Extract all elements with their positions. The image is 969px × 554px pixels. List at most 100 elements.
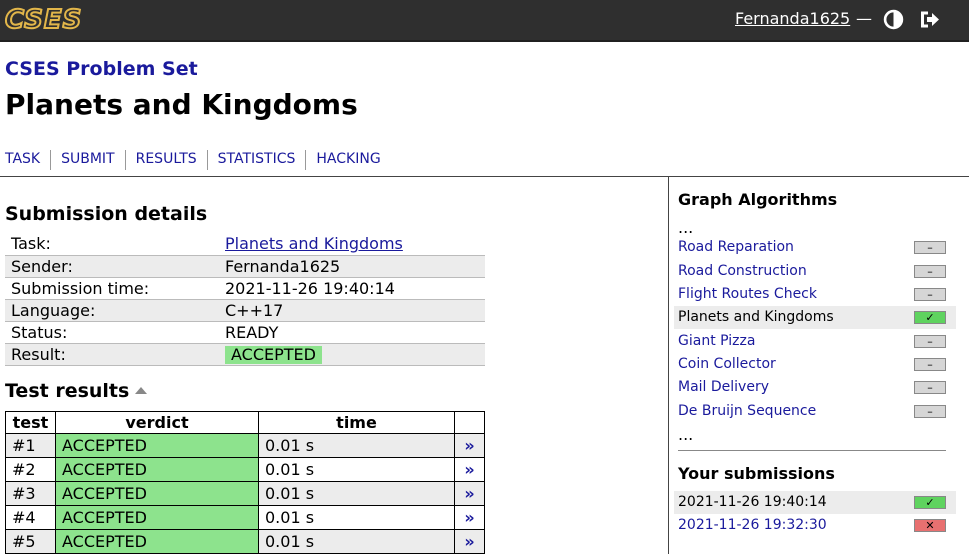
tab-results[interactable]: RESULTS [124, 150, 207, 170]
test-verdict: ACCEPTED [55, 481, 259, 506]
view-test-icon[interactable]: » [454, 481, 485, 506]
sidebar-item-label: Mail Delivery [678, 379, 769, 395]
cses-logo[interactable]: CSES [4, 6, 82, 34]
details-row-result: Result: ACCEPTED [5, 343, 485, 366]
test-number: #4 [5, 505, 56, 530]
test-time: 0.01 s [258, 481, 455, 506]
test-number: #1 [5, 433, 56, 458]
tab-hacking[interactable]: HACKING [305, 150, 390, 170]
column-header-time: time [258, 411, 455, 434]
view-test-icon[interactable]: » [454, 457, 485, 482]
sidebar-ellipsis-top: ... [678, 218, 694, 237]
unsolved-mark-icon: – [914, 288, 946, 301]
sidebar-divider [668, 176, 669, 554]
header-separator: — [856, 9, 872, 28]
unsolved-mark-icon: – [914, 241, 946, 254]
sidebar-item-label: Road Construction [678, 263, 807, 279]
table-row: #2 ACCEPTED 0.01 s » [5, 457, 485, 482]
table-row: #3 ACCEPTED 0.01 s » [5, 481, 485, 506]
sidebar-section-title: Graph Algorithms [678, 190, 838, 209]
dark-mode-toggle-icon[interactable] [883, 9, 904, 30]
details-row-language: Language: C++17 [5, 299, 485, 322]
details-key: Status: [5, 321, 219, 344]
sidebar-item-mail-delivery[interactable]: Mail Delivery – [674, 376, 956, 399]
tab-statistics[interactable]: STATISTICS [206, 150, 306, 170]
unsolved-mark-icon: – [914, 265, 946, 278]
collapse-arrow-icon[interactable] [135, 387, 148, 394]
test-time: 0.01 s [258, 529, 455, 554]
sidebar-item-road-reparation[interactable]: Road Reparation – [674, 236, 956, 259]
sidebar-item-de-bruijn-sequence[interactable]: De Bruijn Sequence – [674, 400, 956, 423]
details-row-status: Status: READY [5, 321, 485, 344]
test-number: #2 [5, 457, 56, 482]
test-verdict: ACCEPTED [55, 529, 259, 554]
test-verdict: ACCEPTED [55, 457, 259, 482]
view-test-icon[interactable]: » [454, 529, 485, 554]
unsolved-mark-icon: – [914, 335, 946, 348]
sidebar-item-label: Road Reparation [678, 239, 794, 255]
sidebar-divider-line [678, 450, 946, 451]
sidebar-item-giant-pizza[interactable]: Giant Pizza – [674, 330, 956, 353]
details-key: Result: [5, 343, 219, 366]
sidebar-item-coin-collector[interactable]: Coin Collector – [674, 353, 956, 376]
test-number: #5 [5, 529, 56, 554]
your-submissions-title: Your submissions [678, 464, 835, 483]
view-test-icon[interactable]: » [454, 433, 485, 458]
tab-task[interactable]: TASK [0, 150, 50, 170]
sidebar-item-label: Coin Collector [678, 356, 776, 372]
unsolved-mark-icon: – [914, 358, 946, 371]
details-key: Task: [5, 233, 219, 256]
sidebar-item-road-construction[interactable]: Road Construction – [674, 260, 956, 283]
column-header-action [454, 411, 485, 434]
problem-set-title[interactable]: CSES Problem Set [5, 58, 198, 80]
details-key: Sender: [5, 255, 219, 278]
table-header: test verdict time [5, 411, 485, 434]
test-results-table: test verdict time #1 ACCEPTED 0.01 s » #… [5, 411, 485, 554]
submission-time: 2021-11-26 19:32:30 [678, 517, 827, 533]
sidebar-item-label: Planets and Kingdoms [678, 309, 834, 325]
unsolved-mark-icon: – [914, 381, 946, 394]
details-row-time: Submission time: 2021-11-26 19:40:14 [5, 277, 485, 300]
details-row-sender: Sender: Fernanda1625 [5, 255, 485, 278]
task-link[interactable]: Planets and Kingdoms [225, 234, 403, 253]
unsolved-mark-icon: – [914, 405, 946, 418]
details-value: 2021-11-26 19:40:14 [219, 277, 485, 300]
test-time: 0.01 s [258, 505, 455, 530]
test-number: #3 [5, 481, 56, 506]
username-link[interactable]: Fernanda1625 [735, 9, 850, 28]
submission-details-table: Task: Planets and Kingdoms Sender: Ferna… [5, 233, 485, 366]
table-row: #1 ACCEPTED 0.01 s » [5, 433, 485, 458]
test-verdict: ACCEPTED [55, 505, 259, 530]
sidebar-item-flight-routes-check[interactable]: Flight Routes Check – [674, 283, 956, 306]
details-key: Language: [5, 299, 219, 322]
test-time: 0.01 s [258, 433, 455, 458]
table-row: #4 ACCEPTED 0.01 s » [5, 505, 485, 530]
submission-details-heading: Submission details [5, 203, 208, 225]
page-title: Planets and Kingdoms [5, 88, 358, 121]
details-value: C++17 [219, 299, 485, 322]
solved-check-icon: ✓ [914, 311, 946, 324]
sidebar-item-label: De Bruijn Sequence [678, 403, 817, 419]
view-test-icon[interactable]: » [454, 505, 485, 530]
result-badge: ACCEPTED [225, 345, 322, 364]
test-results-label: Test results [5, 380, 130, 402]
submission-item-current[interactable]: 2021-11-26 19:40:14 ✓ [674, 491, 956, 514]
tab-submit[interactable]: SUBMIT [50, 150, 125, 170]
table-row: #5 ACCEPTED 0.01 s » [5, 529, 485, 554]
task-nav: TASK SUBMIT RESULTS STATISTICS HACKING [0, 150, 391, 170]
test-time: 0.01 s [258, 457, 455, 482]
details-key: Submission time: [5, 277, 219, 300]
details-value: READY [219, 321, 485, 344]
details-row-task: Task: Planets and Kingdoms [5, 233, 485, 256]
sidebar-item-planets-and-kingdoms[interactable]: Planets and Kingdoms ✓ [674, 306, 956, 329]
test-results-heading[interactable]: Test results [5, 380, 148, 402]
details-value: Fernanda1625 [219, 255, 485, 278]
rejected-x-icon: ✕ [914, 519, 946, 532]
submission-time: 2021-11-26 19:40:14 [678, 494, 827, 510]
logout-icon[interactable] [919, 9, 941, 30]
sidebar-item-label: Flight Routes Check [678, 286, 817, 302]
submission-item[interactable]: 2021-11-26 19:32:30 ✕ [674, 514, 956, 537]
accepted-check-icon: ✓ [914, 496, 946, 509]
test-verdict: ACCEPTED [55, 433, 259, 458]
top-bar: CSES Fernanda1625 — [0, 0, 969, 42]
